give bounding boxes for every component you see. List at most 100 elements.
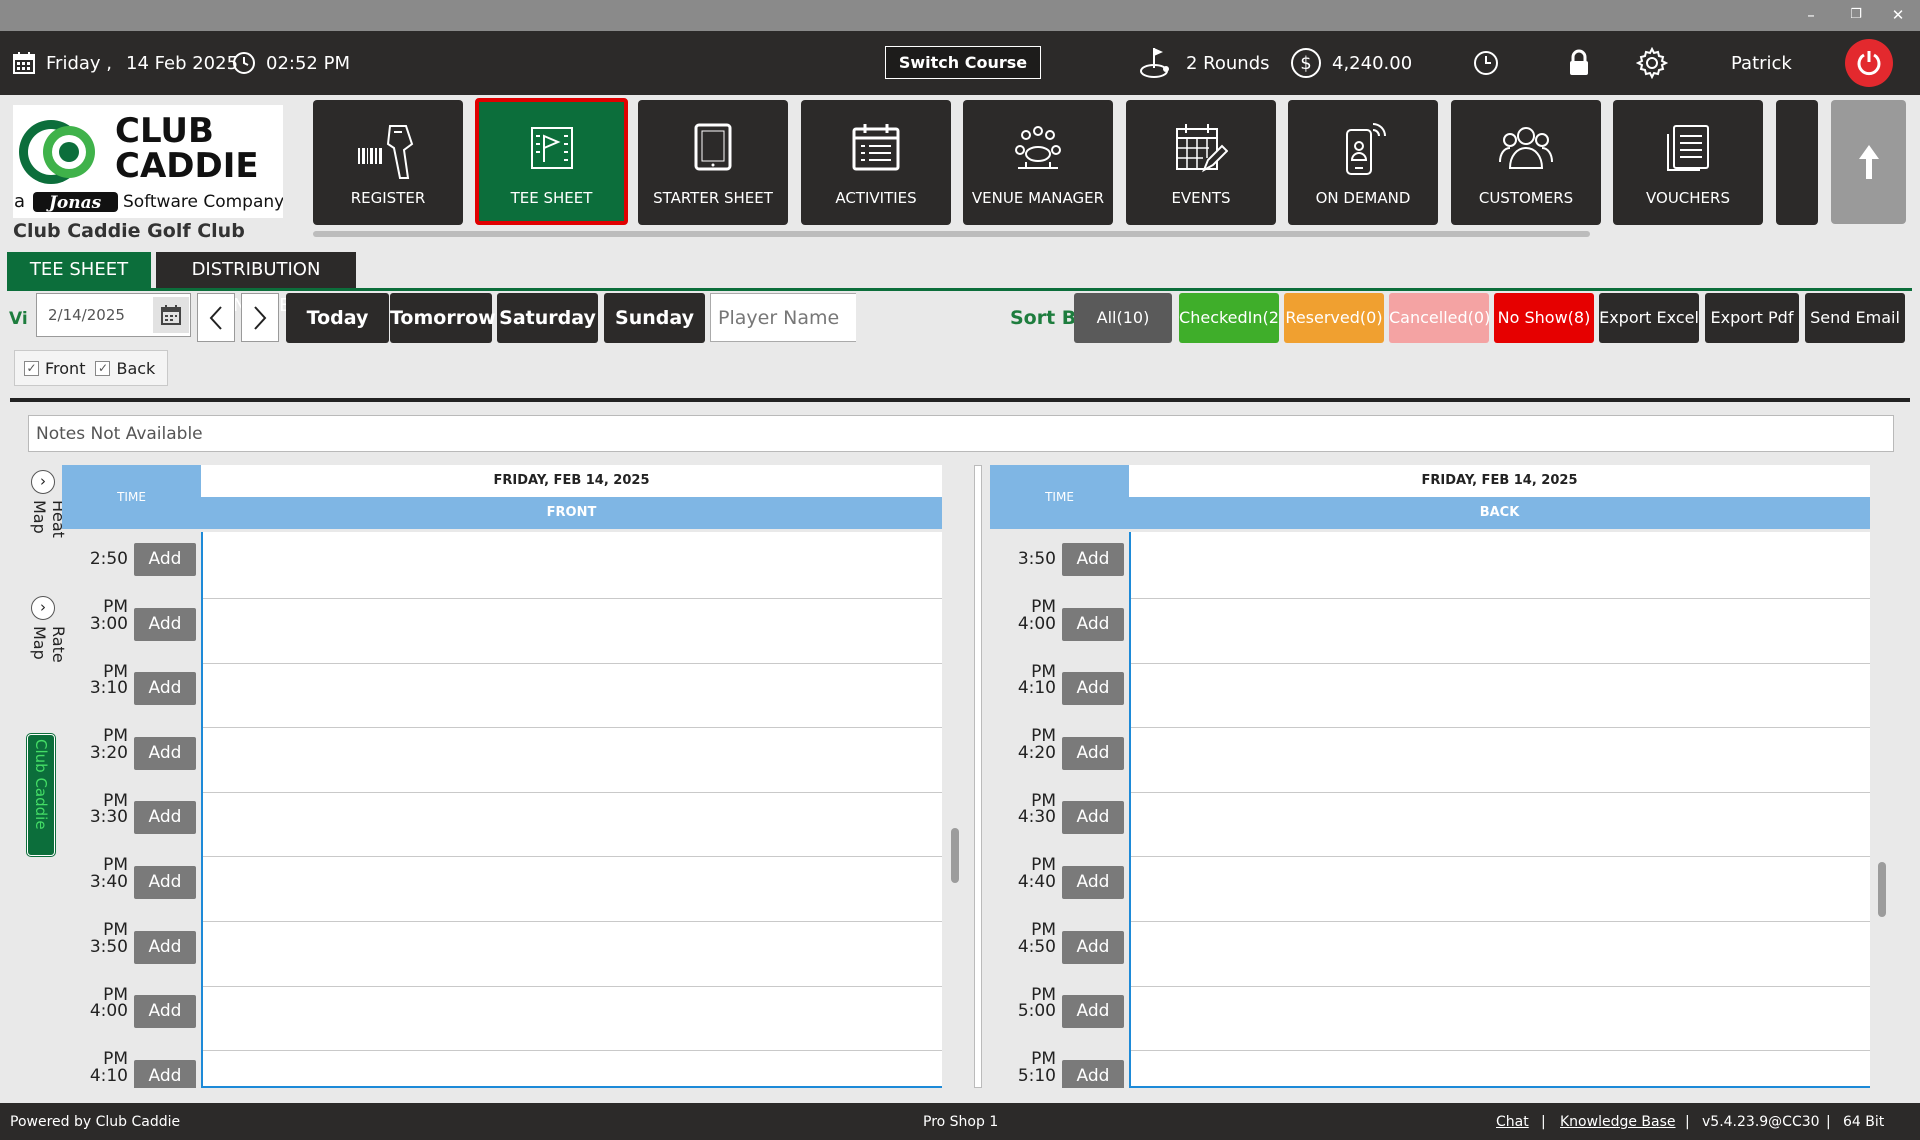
- front-scrollbar[interactable]: [951, 828, 959, 883]
- sunday-button[interactable]: Sunday: [604, 293, 705, 343]
- add-booking-button[interactable]: Add: [134, 736, 196, 770]
- tee-time-slot[interactable]: [1131, 923, 1870, 987]
- back-scrollbar[interactable]: [1878, 862, 1886, 917]
- tee-time-slot[interactable]: [1131, 664, 1870, 729]
- tee-time-slot[interactable]: [203, 600, 942, 664]
- tee-time: 3:50 PM: [1017, 549, 1056, 617]
- filter-checked-in-button[interactable]: CheckedIn(2: [1179, 293, 1279, 343]
- front-checkbox[interactable]: ✓: [24, 360, 39, 376]
- course-tab-club-caddie-gc[interactable]: Club Caddie GC: [26, 733, 56, 857]
- add-booking-button[interactable]: Add: [134, 1059, 196, 1088]
- filter-cancelled-button[interactable]: Cancelled(0): [1389, 293, 1489, 343]
- add-booking-button[interactable]: Add: [134, 866, 196, 899]
- add-booking-button[interactable]: Add: [1062, 995, 1124, 1029]
- tee-time-row: 4:10 PMAdd: [990, 664, 1870, 746]
- rate-map-toggle[interactable]: ›: [31, 596, 55, 620]
- tee-time-slot[interactable]: [203, 923, 942, 987]
- powered-by: Powered by Club Caddie: [10, 1114, 181, 1130]
- users-icon: [1499, 127, 1553, 169]
- tee-time-slot[interactable]: [203, 858, 942, 922]
- course-filter-box: ✓ Front ✓ Back: [14, 350, 168, 386]
- tee-time: 5:10 PM: [1017, 1065, 1056, 1086]
- chat-link[interactable]: Chat: [1496, 1114, 1529, 1130]
- export-pdf-button[interactable]: Export Pdf: [1705, 293, 1799, 343]
- club-name: Club Caddie Golf Club: [13, 220, 245, 242]
- tab-distribution-engine[interactable]: DISTRIBUTION ENGINE: [156, 252, 356, 316]
- add-booking-button[interactable]: Add: [134, 672, 196, 706]
- add-booking-button[interactable]: Add: [1062, 1059, 1124, 1088]
- nav-scrollbar[interactable]: [313, 231, 1590, 237]
- close-icon[interactable]: ✕: [1887, 4, 1909, 26]
- tee-time-row: 4:00 PM Add: [62, 987, 942, 1069]
- date-picker-button[interactable]: [153, 297, 189, 333]
- add-booking-button[interactable]: Add: [134, 543, 196, 576]
- restore-icon[interactable]: ❐: [1845, 4, 1867, 26]
- export-excel-button[interactable]: Export Excel: [1599, 293, 1699, 343]
- add-booking-button[interactable]: Add: [1062, 736, 1124, 770]
- current-date: 14 Feb 2025: [126, 52, 239, 74]
- tee-time-slot[interactable]: [1131, 987, 1870, 1052]
- filter-all-button[interactable]: All(10): [1074, 293, 1172, 343]
- add-booking-button[interactable]: Add: [134, 930, 196, 964]
- tee-time-slot[interactable]: [203, 535, 942, 599]
- window-title-bar: – ❐ ✕: [0, 0, 1920, 31]
- add-booking-button[interactable]: Add: [1062, 607, 1124, 641]
- tab-tee-sheet[interactable]: TEE SHEET: [7, 252, 151, 288]
- tee-time-slot[interactable]: [203, 793, 942, 858]
- tee-time-slot[interactable]: [1131, 858, 1870, 922]
- tee-time-slot[interactable]: [203, 729, 942, 793]
- player-name-input[interactable]: [710, 293, 856, 342]
- add-booking-button[interactable]: Add: [134, 607, 196, 641]
- scroll-up-button[interactable]: [1831, 100, 1906, 224]
- heat-map-toggle[interactable]: ›: [31, 470, 55, 494]
- tee-time-slot[interactable]: [1131, 600, 1870, 664]
- nav-next-partial[interactable]: [1776, 100, 1818, 225]
- settings-button[interactable]: [1636, 31, 1668, 95]
- sales-amount: 4,240.00: [1332, 52, 1413, 74]
- saturday-button[interactable]: Saturday: [497, 293, 598, 343]
- nav-vouchers[interactable]: VOUCHERS: [1613, 100, 1763, 225]
- arrow-up-icon: [1858, 145, 1879, 179]
- add-booking-button[interactable]: Add: [1062, 930, 1124, 964]
- nav-venue-manager[interactable]: VENUE MANAGER: [963, 100, 1113, 225]
- knowledge-base-link[interactable]: Knowledge Base: [1560, 1114, 1676, 1130]
- next-day-button[interactable]: [241, 293, 279, 342]
- station-name: Pro Shop 1: [923, 1114, 999, 1130]
- app-version: v5.4.23.9@CC30: [1702, 1114, 1820, 1130]
- nav-events[interactable]: EVENTS: [1126, 100, 1276, 225]
- history-button[interactable]: [1473, 31, 1499, 95]
- tee-time-slot[interactable]: [203, 1052, 942, 1088]
- nav-register[interactable]: REGISTER: [313, 100, 463, 225]
- nav-on-demand[interactable]: ON DEMAND: [1288, 100, 1438, 225]
- lock-icon: [1570, 49, 1588, 75]
- switch-course-button[interactable]: Switch Course: [885, 46, 1041, 79]
- lock-button[interactable]: [1567, 31, 1591, 95]
- tee-time-slot[interactable]: [1131, 793, 1870, 858]
- add-booking-button[interactable]: Add: [1062, 543, 1124, 576]
- logout-button[interactable]: [1845, 39, 1893, 87]
- filter-no-show-button[interactable]: No Show(8): [1494, 293, 1594, 343]
- add-booking-button[interactable]: Add: [134, 995, 196, 1029]
- tee-time-slot[interactable]: [1131, 1052, 1870, 1088]
- nav-activities[interactable]: ACTIVITIES: [801, 100, 951, 225]
- send-email-button[interactable]: Send Email: [1805, 293, 1905, 343]
- tee-time-slot[interactable]: [203, 987, 942, 1052]
- tee-time-slot[interactable]: [1131, 729, 1870, 793]
- filter-reserved-button[interactable]: Reserved(0): [1284, 293, 1384, 343]
- nav-label: STARTER SHEET: [653, 189, 773, 207]
- tomorrow-button[interactable]: Tomorrow: [390, 293, 496, 343]
- back-checkbox[interactable]: ✓: [95, 360, 111, 376]
- today-button[interactable]: Today: [286, 293, 389, 343]
- tee-time-row: 4:50 PM Add: [990, 923, 1870, 1005]
- nav-customers[interactable]: CUSTOMERS: [1451, 100, 1601, 225]
- add-booking-button[interactable]: Add: [134, 801, 196, 835]
- minimize-icon[interactable]: –: [1800, 4, 1822, 26]
- tee-time-slot[interactable]: [1131, 535, 1870, 599]
- nav-starter-sheet[interactable]: STARTER SHEET: [638, 100, 788, 225]
- add-booking-button[interactable]: Add: [1062, 672, 1124, 706]
- add-booking-button[interactable]: Add: [1062, 801, 1124, 835]
- tee-time-slot[interactable]: [203, 664, 942, 729]
- nav-tee-sheet[interactable]: TEE SHEET: [475, 98, 628, 225]
- add-booking-button[interactable]: Add: [1062, 866, 1124, 899]
- prev-day-button[interactable]: [197, 293, 235, 342]
